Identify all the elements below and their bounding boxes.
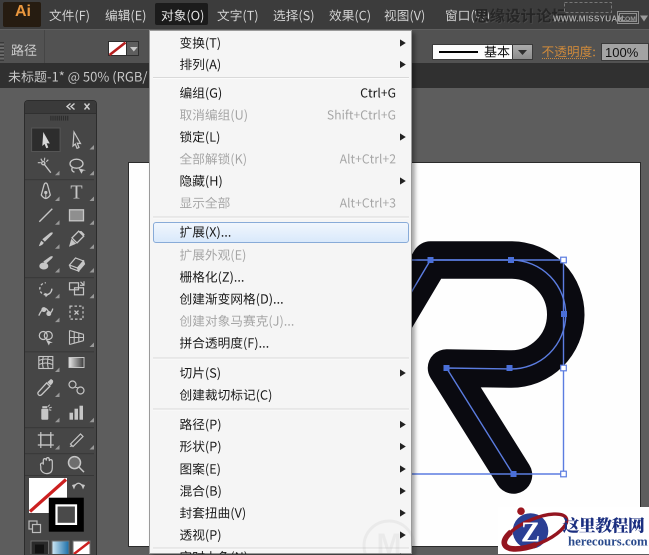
svg-text:M: M (377, 528, 402, 554)
svg-text:WWW.MISSYUAN.: WWW.MISSYUAN. (553, 15, 626, 24)
svg-text:COM: COM (620, 16, 636, 23)
